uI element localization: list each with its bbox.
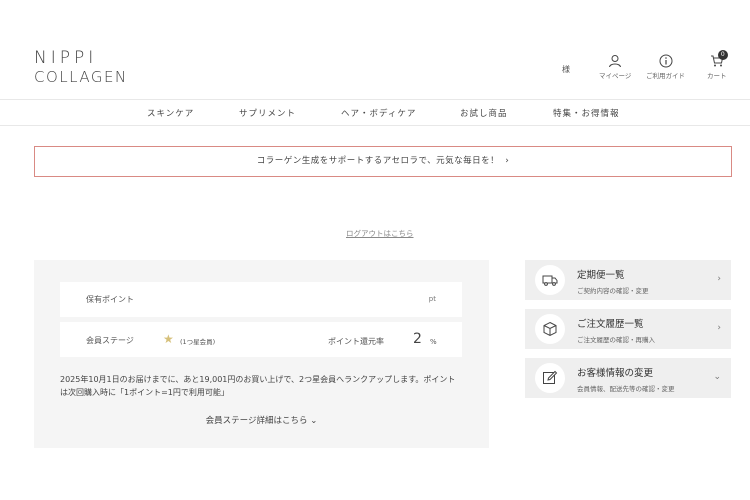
- chevron-down-icon: ⌄: [713, 372, 721, 382]
- cart-link[interactable]: 0 カート: [707, 50, 728, 80]
- edit-icon-wrap: [535, 363, 565, 393]
- site-logo[interactable]: NIPPI COLLAGEN: [34, 50, 134, 85]
- customer-info-button[interactable]: お客様情報の変更 会員情報、配送先等の確認・変更 ⌄: [525, 358, 731, 398]
- box-icon: [543, 321, 557, 337]
- guide-label: ご利用ガイド: [646, 72, 685, 80]
- subscription-list-button[interactable]: 定期便一覧 ご契約内容の確認・変更 ›: [525, 260, 731, 300]
- rate-unit: %: [430, 338, 437, 346]
- mypage-label: マイページ: [599, 72, 632, 80]
- logout-link[interactable]: ログアウトはこちら: [346, 228, 414, 239]
- truck-icon: [542, 275, 558, 286]
- box-icon-wrap: [535, 314, 565, 344]
- info-icon: [659, 54, 672, 68]
- rank-up-message: 2025年10月1日のお届けまでに、あと19,001円のお買い上げで、2つ星会員…: [60, 375, 456, 397]
- order-history-title: ご注文履歴一覧: [577, 319, 644, 330]
- points-unit: pt: [428, 295, 436, 303]
- nav-item-hair-body[interactable]: ヘア・ボディケア: [341, 107, 416, 119]
- star-icon: ★: [163, 332, 174, 346]
- subscription-title: 定期便一覧: [577, 270, 625, 281]
- cart-label: カート: [707, 72, 727, 80]
- cart-count-badge: 0: [717, 50, 728, 60]
- stage-value: (1つ星会員): [180, 338, 216, 346]
- chevron-right-icon: ›: [717, 274, 721, 284]
- rate-label: ポイント還元率: [328, 337, 384, 346]
- user-icon: [609, 55, 622, 68]
- truck-icon-wrap: [535, 265, 565, 295]
- nav-item-trial[interactable]: お試し商品: [460, 107, 508, 119]
- stage-row: 会員ステージ ★ (1つ星会員) ポイント還元率 2 %: [60, 322, 462, 357]
- rate-value: 2: [413, 331, 422, 347]
- customer-info-title: お客様情報の変更: [577, 368, 654, 379]
- order-history-subtitle: ご注文履歴の確認・再購入: [577, 336, 655, 344]
- stage-detail-link[interactable]: 会員ステージ詳細はこちら ⌄: [34, 414, 489, 426]
- promo-banner-text: コラーゲン生成をサポートするアセロラで、元気な毎日を！: [256, 156, 500, 166]
- points-row: 保有ポイント pt: [60, 282, 462, 317]
- chevron-right-icon: ›: [505, 156, 510, 166]
- user-name: 様: [562, 65, 570, 74]
- stage-label: 会員ステージ: [86, 336, 134, 345]
- logo-line1: NIPPI: [34, 48, 98, 68]
- nav-item-skincare[interactable]: スキンケア: [147, 107, 194, 119]
- order-history-button[interactable]: ご注文履歴一覧 ご注文履歴の確認・再購入 ›: [525, 309, 731, 349]
- subscription-subtitle: ご契約内容の確認・変更: [577, 287, 649, 295]
- chevron-right-icon: ›: [717, 323, 721, 333]
- promo-banner[interactable]: コラーゲン生成をサポートするアセロラで、元気な毎日を！ ›: [34, 146, 732, 177]
- logo-line2: COLLAGEN: [34, 68, 128, 86]
- nav-item-supplements[interactable]: サプリメント: [239, 107, 296, 119]
- edit-icon: [543, 370, 558, 384]
- main-nav: スキンケア サプリメント ヘア・ボディケア お試し商品 特集・お得情報: [0, 99, 750, 126]
- customer-info-subtitle: 会員情報、配送先等の確認・変更: [577, 385, 675, 393]
- points-label: 保有ポイント: [86, 295, 134, 304]
- nav-item-features[interactable]: 特集・お得情報: [553, 107, 620, 119]
- mypage-link[interactable]: マイページ: [599, 54, 631, 80]
- points-panel: 保有ポイント pt 会員ステージ ★ (1つ星会員) ポイント還元率 2 % 2…: [34, 260, 489, 448]
- guide-link[interactable]: ご利用ガイド: [646, 54, 685, 80]
